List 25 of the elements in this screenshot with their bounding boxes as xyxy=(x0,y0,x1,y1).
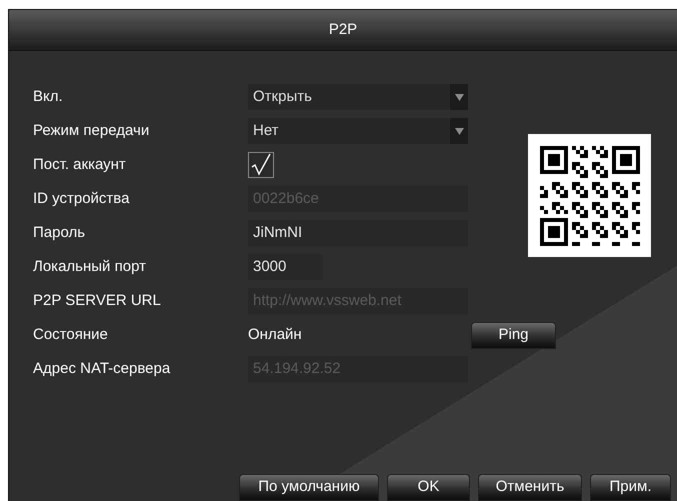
dropdown[interactable]: Открыть xyxy=(248,84,468,110)
status-value: Онлайн xyxy=(248,324,303,345)
input-field[interactable]: JiNmNI xyxy=(248,220,468,246)
dropdown-arrow-icon xyxy=(454,128,464,134)
field-label: Локальный порт xyxy=(33,256,147,277)
default-button[interactable]: По умолчанию xyxy=(239,474,379,501)
ok-button[interactable]: OK xyxy=(387,474,470,501)
checkbox[interactable] xyxy=(248,152,274,178)
field-label: Пост. аккаунт xyxy=(33,154,127,175)
cancel-button[interactable]: Отменить xyxy=(478,474,582,501)
field-label: P2P SERVER URL xyxy=(33,290,162,311)
field-label: Адрес NAT-сервера xyxy=(33,358,172,379)
window-title: P2P xyxy=(328,20,358,40)
field-label: Состояние xyxy=(33,324,109,345)
dropdown[interactable]: Нет xyxy=(248,118,468,144)
field-label: Пароль xyxy=(33,222,86,243)
dropdown-value: Нет xyxy=(253,120,279,141)
dropdown-value: Открыть xyxy=(253,86,312,107)
ping-button[interactable]: Ping xyxy=(471,322,556,348)
apply-button[interactable]: Прим. xyxy=(590,474,671,501)
field-label: Режим передачи xyxy=(33,120,150,141)
field-label: ID устройства xyxy=(33,188,130,209)
dropdown-arrow-icon xyxy=(454,94,464,100)
field-label: Вкл. xyxy=(33,86,64,107)
input-field[interactable]: 3000 xyxy=(248,254,323,280)
